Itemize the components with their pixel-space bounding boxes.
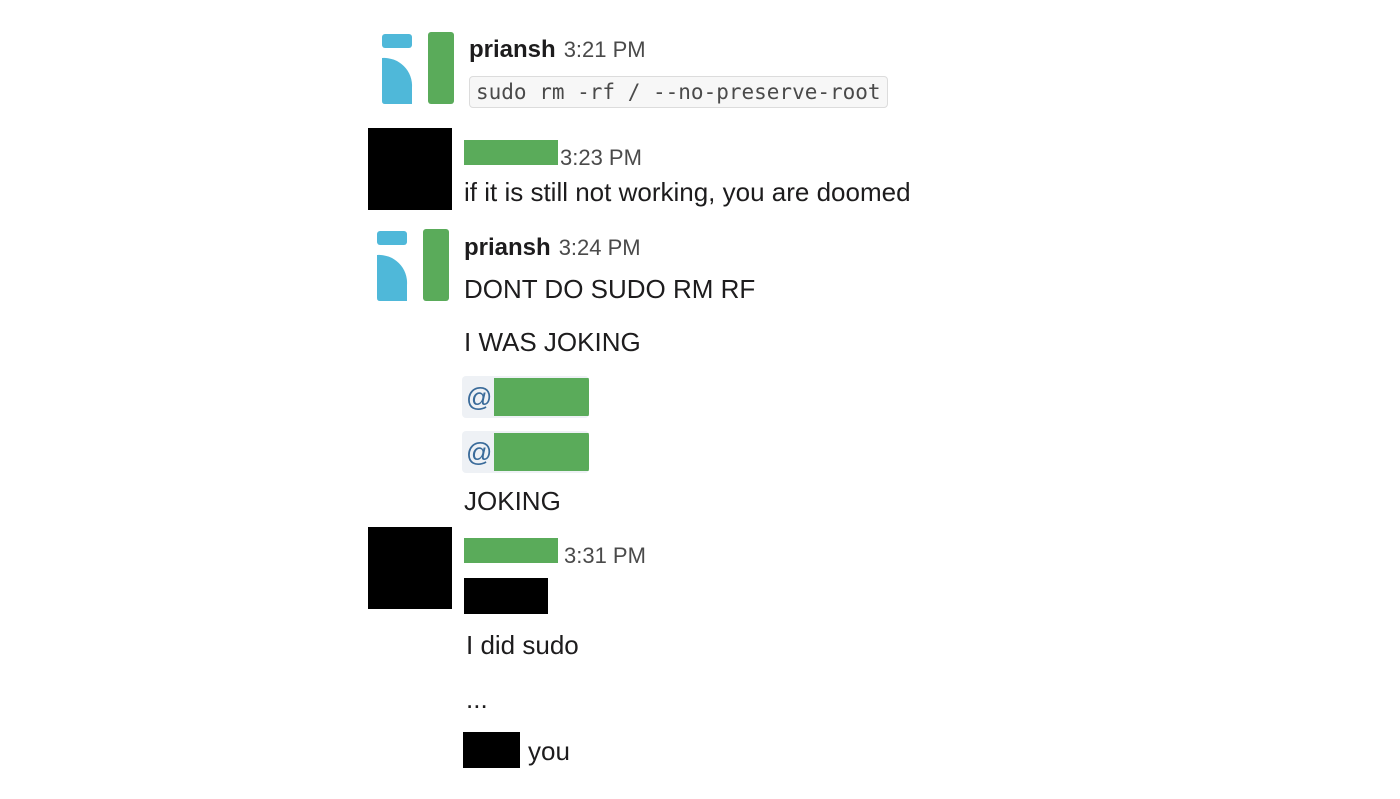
message-text: I WAS JOKING bbox=[464, 327, 641, 357]
message-header: 3:23 PM bbox=[464, 140, 642, 171]
author-name[interactable]: priansh bbox=[469, 36, 556, 64]
avatar-redacted[interactable] bbox=[368, 527, 452, 609]
mention-at-sign: @ bbox=[466, 436, 493, 467]
author-name[interactable]: priansh bbox=[464, 234, 551, 262]
code-snippet: sudo rm -rf / --no-preserve-root bbox=[469, 76, 888, 108]
message-text: I did sudo bbox=[466, 630, 579, 660]
message-header: priansh 3:21 PM bbox=[469, 36, 646, 64]
timestamp[interactable]: 3:23 PM bbox=[560, 145, 642, 171]
mention-name-redacted bbox=[494, 433, 589, 471]
message-word-redacted bbox=[463, 732, 520, 768]
mention-at-sign: @ bbox=[466, 381, 493, 412]
author-name-redacted[interactable] bbox=[464, 538, 558, 563]
author-name-redacted[interactable] bbox=[464, 140, 558, 165]
message-text: DONT DO SUDO RM RF bbox=[464, 274, 756, 304]
priansh-avatar-logo-icon[interactable] bbox=[382, 32, 454, 104]
message-text: JOKING bbox=[464, 486, 561, 516]
user-mention[interactable]: @ bbox=[462, 376, 589, 418]
message-header: 3:31 PM bbox=[464, 538, 646, 569]
user-mention[interactable]: @ bbox=[462, 431, 589, 473]
mention-name-redacted bbox=[494, 378, 589, 416]
message-text-redacted bbox=[464, 578, 548, 614]
message-header: priansh 3:24 PM bbox=[464, 234, 641, 262]
message-text: you bbox=[528, 736, 570, 766]
timestamp[interactable]: 3:24 PM bbox=[559, 235, 641, 261]
timestamp[interactable]: 3:31 PM bbox=[564, 543, 646, 569]
message-text: ... bbox=[466, 684, 488, 714]
priansh-avatar-logo-icon[interactable] bbox=[377, 229, 449, 301]
message-text: if it is still not working, you are doom… bbox=[464, 177, 911, 207]
avatar-redacted[interactable] bbox=[368, 128, 452, 210]
timestamp[interactable]: 3:21 PM bbox=[564, 37, 646, 63]
